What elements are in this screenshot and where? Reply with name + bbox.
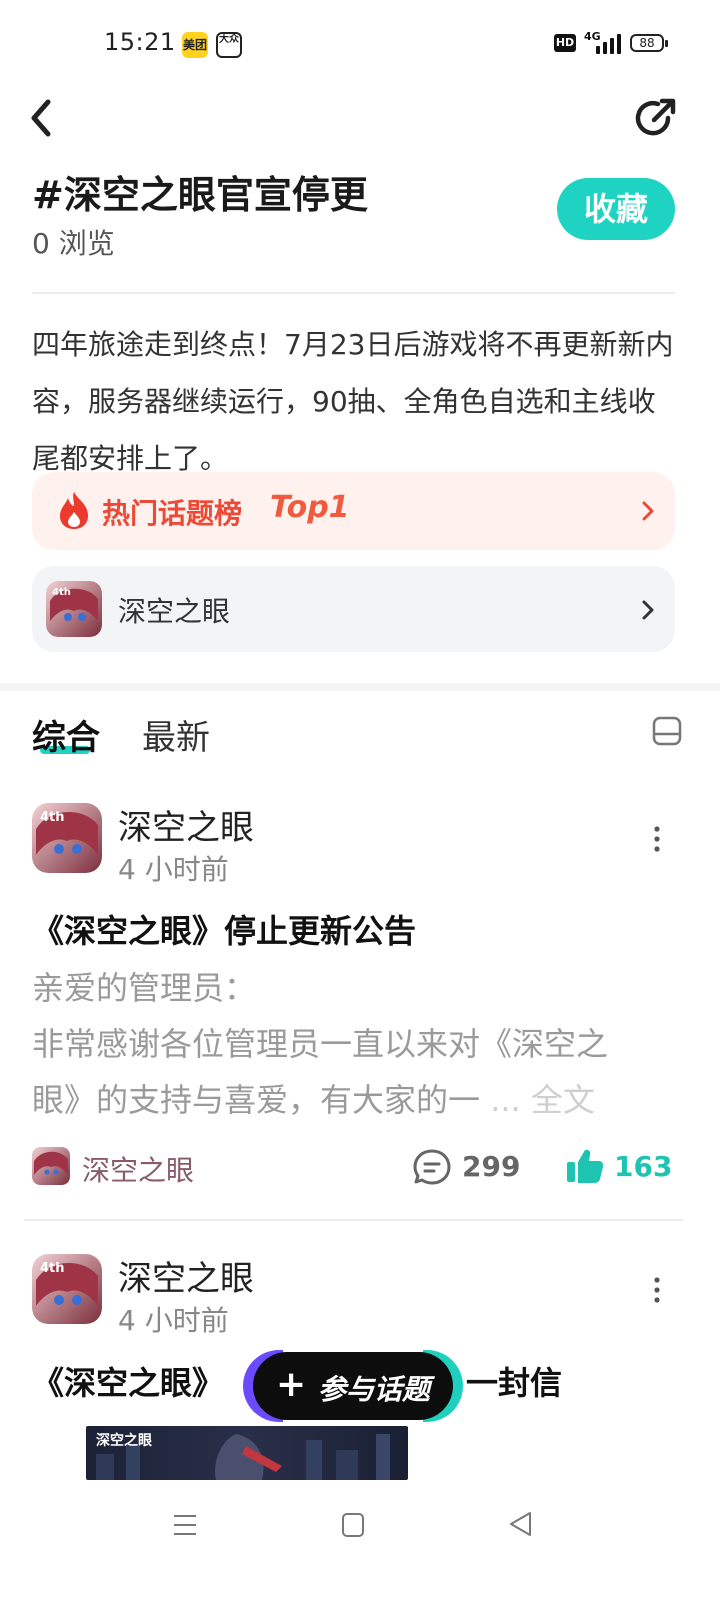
thumbs-up-icon[interactable]	[565, 1146, 605, 1186]
more-options-icon[interactable]	[651, 824, 663, 854]
hot-rank-position: Top1	[270, 490, 350, 525]
battery-icon: 88	[630, 34, 668, 52]
comment-icon[interactable]	[412, 1147, 452, 1187]
comment-count: 299	[462, 1150, 521, 1183]
game-name: 深空之眼	[118, 595, 231, 628]
dazhong-app-icon: 大众	[216, 32, 242, 58]
post-time: 4 小时前	[118, 1304, 229, 1337]
like-count: 163	[614, 1150, 673, 1183]
svg-text:4th: 4th	[52, 587, 71, 598]
post-author-name[interactable]: 深空之眼	[118, 800, 254, 849]
post-body-line: 眼》的支持与喜爱，有大家的一 ... 全文	[32, 1072, 672, 1128]
post-title[interactable]: 《深空之眼》停止更新公告	[32, 906, 416, 952]
post-source-label[interactable]: 深空之眼	[82, 1149, 194, 1189]
chevron-left-icon	[31, 99, 51, 137]
section-separator	[0, 683, 720, 691]
divider	[32, 292, 675, 294]
hd-icon: HD	[554, 34, 576, 52]
signal-icon	[596, 34, 621, 54]
layout-toggle-icon[interactable]	[652, 716, 682, 746]
tab-comprehensive[interactable]: 综合	[32, 710, 100, 759]
view-count: 0 浏览	[32, 227, 115, 260]
system-nav-bar	[0, 1482, 720, 1600]
meituan-app-icon: 美团	[182, 32, 208, 58]
chevron-right-icon	[642, 600, 654, 620]
menu-icon[interactable]	[172, 1512, 198, 1538]
post-body-line-text: 眼》的支持与喜爱，有大家的一	[32, 1081, 481, 1119]
svg-text:4th: 4th	[40, 1261, 65, 1276]
svg-text:4th: 4th	[40, 810, 65, 825]
more-options-icon[interactable]	[651, 1275, 663, 1305]
post-title-left[interactable]: 《深空之眼》	[32, 1358, 224, 1404]
source-game-icon	[32, 1147, 70, 1185]
read-more-link[interactable]: ... 全文	[490, 1081, 595, 1119]
post-divider	[24, 1219, 683, 1221]
status-time: 15:21	[104, 28, 176, 56]
post-body-line: 亲爱的管理员：	[32, 969, 257, 1007]
join-topic-label[interactable]: 参与话题	[318, 1368, 430, 1408]
post-body[interactable]: 亲爱的管理员： 非常感谢各位管理员一直以来对《深空之 眼》的支持与喜爱，有大家的…	[32, 960, 672, 1128]
post-title-right[interactable]: 一封信	[466, 1358, 562, 1404]
hot-rank-label: 热门话题榜	[102, 497, 243, 530]
post-author-avatar[interactable]: 4th	[32, 1254, 102, 1324]
collect-button[interactable]: 收藏	[557, 178, 675, 240]
topic-description: 四年旅途走到终点！7月23日后游戏将不再更新新内容，服务器继续运行，90抽、全角…	[32, 328, 674, 475]
back-triangle-icon[interactable]	[508, 1510, 534, 1538]
post-image-caption: 深空之眼	[96, 1433, 152, 1449]
chevron-right-icon	[642, 501, 654, 521]
plus-icon: +	[276, 1364, 307, 1405]
share-icon	[635, 98, 676, 136]
home-icon[interactable]	[341, 1512, 365, 1538]
post-author-name[interactable]: 深空之眼	[118, 1251, 254, 1300]
page-title: #深空之眼官宣停更	[32, 173, 368, 217]
post-author-avatar[interactable]: 4th	[32, 803, 102, 873]
fire-icon	[60, 492, 88, 529]
share-button[interactable]	[632, 96, 678, 142]
tab-latest[interactable]: 最新	[142, 710, 210, 759]
game-avatar-icon: 4th	[46, 581, 102, 637]
post-body-line: 非常感谢各位管理员一直以来对《深空之	[32, 1025, 609, 1063]
back-button[interactable]	[24, 96, 64, 140]
post-time: 4 小时前	[118, 853, 229, 886]
